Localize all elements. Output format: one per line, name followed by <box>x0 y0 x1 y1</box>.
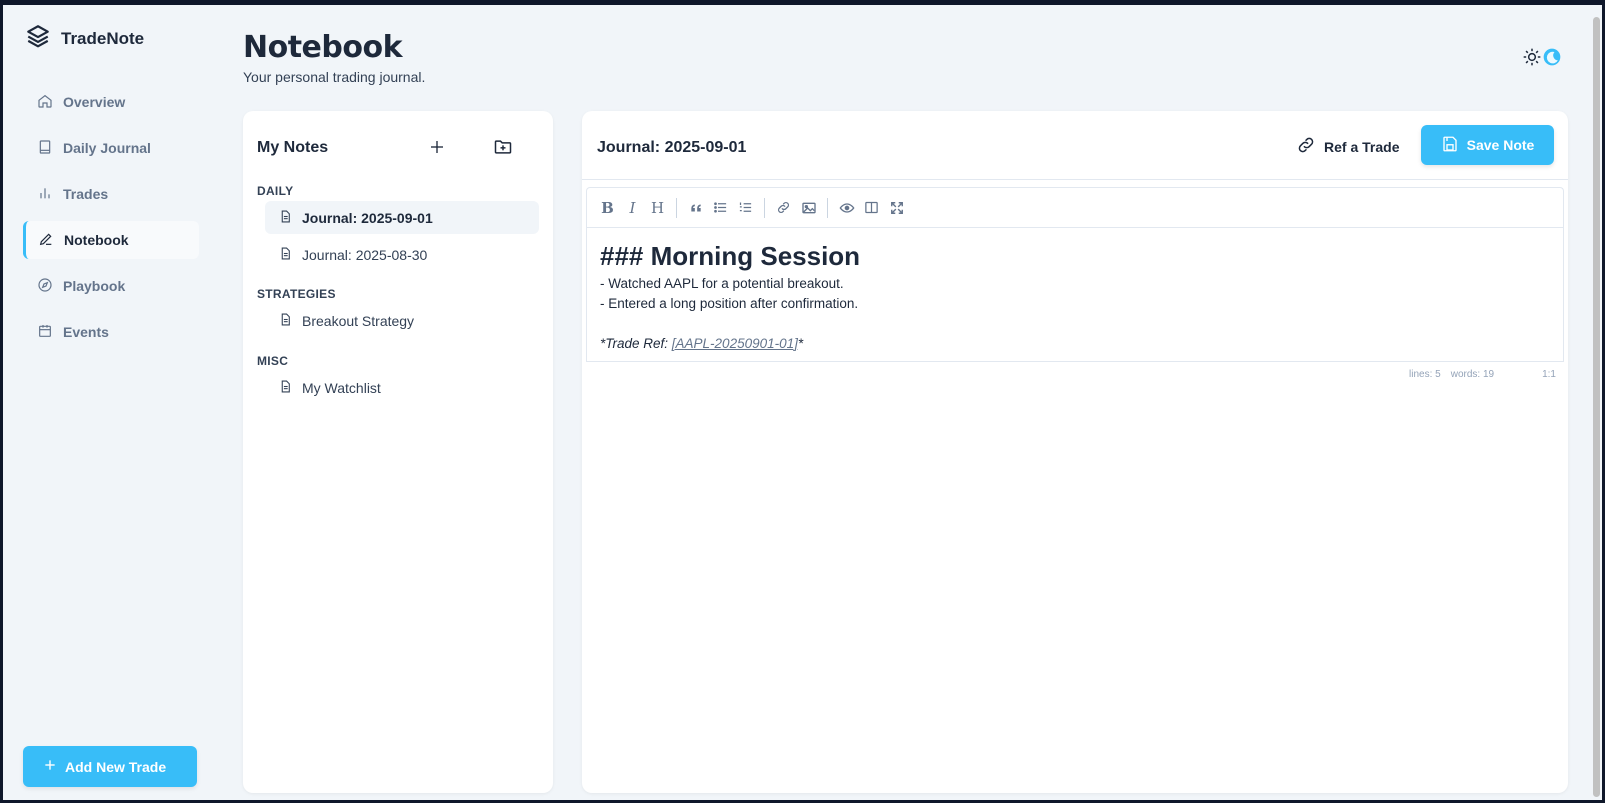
compass-icon <box>37 277 53 296</box>
editor-trade-ref-line: *Trade Ref: [AAPL-20250901-01]* <box>600 334 1550 354</box>
status-gap <box>1504 369 1532 380</box>
new-note-button[interactable] <box>425 137 449 161</box>
ref-a-trade-button[interactable]: Ref a Trade <box>1296 135 1399 158</box>
quote-icon[interactable] <box>683 195 708 220</box>
save-note-button[interactable]: Save Note <box>1421 125 1554 165</box>
save-note-label: Save Note <box>1466 137 1535 153</box>
page-subtitle: Your personal trading journal. <box>243 69 426 85</box>
fullscreen-icon[interactable] <box>884 195 909 220</box>
italic-icon[interactable]: I <box>620 195 645 220</box>
divider <box>582 179 1568 180</box>
trade-ref-link[interactable]: [AAPL-20250901-01] <box>672 336 798 351</box>
status-lines: lines: 5 <box>1409 369 1441 380</box>
ref-a-trade-label: Ref a Trade <box>1324 138 1400 155</box>
side-by-side-icon[interactable] <box>859 195 884 220</box>
nav-item-events[interactable]: Events <box>23 313 199 351</box>
toolbar-separator <box>764 197 765 218</box>
toolbar-separator <box>676 197 677 218</box>
editor-line: - Entered a long position after confirma… <box>600 296 859 311</box>
moon-icon <box>1542 47 1562 72</box>
note-item-breakout-strategy[interactable]: Breakout Strategy <box>265 304 539 337</box>
link-icon <box>1296 135 1316 158</box>
note-label: Breakout Strategy <box>302 312 415 329</box>
section-label-strategies: STRATEGIES <box>257 287 336 301</box>
nav-label: Notebook <box>64 232 129 248</box>
trade-ref-suffix: * <box>797 336 804 351</box>
app-root: TradeNote Overview Daily Journal Trades … <box>3 5 1602 800</box>
nav-label: Overview <box>63 94 126 110</box>
file-icon <box>279 313 292 329</box>
section-label-daily: DAILY <box>257 184 294 198</box>
plus-icon <box>429 139 445 160</box>
status-words: words: 19 <box>1450 369 1495 380</box>
editor-panel: Journal: 2025-09-01 Ref a Trade Save Not… <box>582 111 1568 793</box>
calendar-icon <box>37 323 53 342</box>
nav-item-daily-journal[interactable]: Daily Journal <box>23 129 199 167</box>
nav-label: Playbook <box>63 278 126 294</box>
page-title: Notebook <box>243 30 403 65</box>
sun-icon <box>1522 47 1542 72</box>
sidebar: TradeNote Overview Daily Journal Trades … <box>3 5 218 800</box>
add-new-trade-button[interactable]: Add New Trade <box>23 746 197 787</box>
markdown-editor[interactable]: ### Morning Session - Watched AAPL for a… <box>586 227 1564 362</box>
note-item-my-watchlist[interactable]: My Watchlist <box>265 371 539 404</box>
unordered-list-icon[interactable] <box>708 195 733 220</box>
note-label: My Watchlist <box>302 379 381 396</box>
section-label-misc: MISC <box>257 354 289 368</box>
notes-panel: My Notes DAILY Journal: 2025-09-01 Journ… <box>243 111 553 793</box>
add-trade-label: Add New Trade <box>65 758 167 775</box>
scrollbar-thumb[interactable] <box>1593 17 1600 797</box>
brand[interactable]: TradeNote <box>25 23 144 54</box>
folder-plus-icon <box>493 137 513 162</box>
editor-statusbar: lines: 5 words: 19 1:1 <box>1409 369 1556 380</box>
note-label: Journal: 2025-08-30 <box>302 246 428 263</box>
plus-icon <box>43 758 57 775</box>
nav-label: Daily Journal <box>63 140 151 156</box>
note-item-journal-2025-08-30[interactable]: Journal: 2025-08-30 <box>265 238 539 271</box>
note-label: Journal: 2025-09-01 <box>302 209 433 226</box>
toolbar-separator <box>827 197 828 218</box>
nav-label: Trades <box>63 186 109 202</box>
brand-name: TradeNote <box>61 28 145 48</box>
nav-item-playbook[interactable]: Playbook <box>23 267 199 305</box>
trade-ref-prefix: *Trade Ref: <box>600 336 672 351</box>
link-icon[interactable] <box>771 195 796 220</box>
heading-icon[interactable]: H <box>645 195 670 220</box>
editor-title: Journal: 2025-09-01 <box>597 139 747 156</box>
pencil-icon <box>38 231 54 250</box>
status-cursor: 1:1 <box>1542 369 1556 380</box>
file-icon <box>279 247 292 263</box>
home-icon <box>37 93 53 112</box>
editor-blank-line <box>600 314 1550 334</box>
theme-toggle[interactable] <box>1522 47 1562 72</box>
editor-toolbar: B I H <box>586 187 1564 227</box>
nav-item-trades[interactable]: Trades <box>23 175 199 213</box>
image-icon[interactable] <box>796 195 821 220</box>
editor-heading-line: ### Morning Session <box>600 241 861 271</box>
note-item-journal-2025-09-01[interactable]: Journal: 2025-09-01 <box>265 201 539 234</box>
page-scrollbar[interactable] <box>1591 5 1602 800</box>
file-icon <box>279 210 292 226</box>
ordered-list-icon[interactable] <box>733 195 758 220</box>
bold-icon[interactable]: B <box>595 195 620 220</box>
nav-item-notebook[interactable]: Notebook <box>23 221 199 259</box>
new-folder-button[interactable] <box>491 137 515 161</box>
bar-chart-icon <box>37 185 53 204</box>
book-icon <box>37 139 53 158</box>
editor-line: - Watched AAPL for a potential breakout. <box>600 276 844 291</box>
preview-eye-icon[interactable] <box>834 195 859 220</box>
nav-label: Events <box>63 324 109 340</box>
layers-icon <box>25 23 51 54</box>
file-icon <box>279 380 292 396</box>
nav-item-overview[interactable]: Overview <box>23 83 199 121</box>
notes-title: My Notes <box>257 139 329 156</box>
save-icon <box>1441 135 1459 156</box>
